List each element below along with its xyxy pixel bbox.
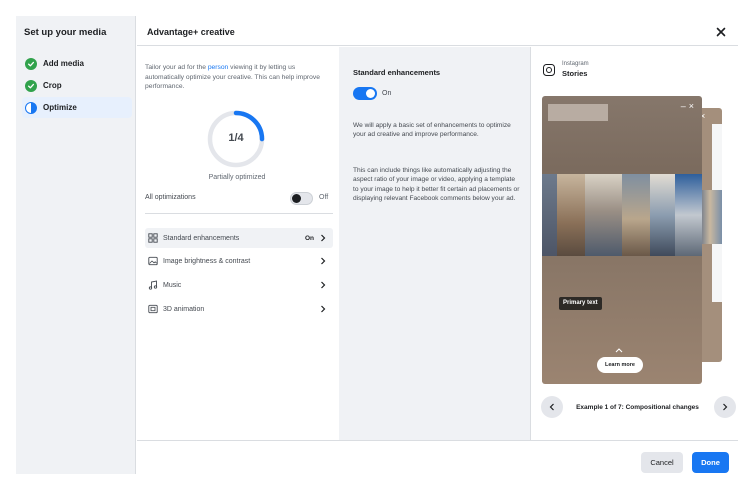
platform-name: Instagram <box>562 61 589 67</box>
done-button[interactable]: Done <box>692 452 729 473</box>
half-circle-icon <box>25 101 37 114</box>
cancel-button[interactable]: Cancel <box>641 452 683 473</box>
progress-label: 1/4 <box>228 132 244 144</box>
chevron-right-icon <box>321 257 326 265</box>
toggle-state-label: On <box>382 90 392 97</box>
chevron-right-icon <box>321 305 326 313</box>
photo-tile <box>585 174 622 256</box>
ad-preview-panel: Instagram Stories × –× Primary text Lear… <box>530 47 738 440</box>
sidebar-item-crop[interactable]: Crop <box>22 75 132 96</box>
photo-tile <box>542 174 557 256</box>
optimization-status: Partially optimized <box>208 174 266 181</box>
all-optimizations-state: Off <box>319 194 329 201</box>
check-circle-icon <box>25 57 37 70</box>
all-optimizations-label: All optimizations <box>145 194 196 201</box>
sidebar-item-add-media[interactable]: Add media <box>22 53 132 74</box>
detail-paragraph: We will apply a basic set of enhancement… <box>353 122 511 139</box>
previous-example-button[interactable] <box>541 396 563 418</box>
sidebar-title: Set up your media <box>24 27 107 38</box>
3d-icon <box>148 304 158 314</box>
dialog-title: Advantage+ creative <box>147 27 235 37</box>
sidebar-item-optimize[interactable]: Optimize <box>22 97 132 118</box>
person-link[interactable]: person <box>208 64 228 71</box>
sidebar-item-label: Add media <box>43 59 84 68</box>
grid-icon <box>148 233 158 243</box>
sidebar-item-label: Crop <box>43 81 62 90</box>
all-optimizations-toggle[interactable] <box>290 192 313 205</box>
option-state: On <box>304 234 314 242</box>
dialog-footer: Cancel Done <box>137 440 738 475</box>
instagram-icon <box>543 64 555 76</box>
chevron-up-icon <box>615 348 623 353</box>
detail-paragraph: This can include things like automatical… <box>353 167 520 202</box>
photo-tile <box>650 174 675 256</box>
story-controls-icon: –× <box>680 101 697 111</box>
option-standard-enhancements[interactable]: Standard enhancements On <box>145 228 333 248</box>
photo-tile <box>557 174 585 256</box>
primary-text-label: Primary text <box>559 297 602 310</box>
placement-name: Stories <box>562 69 588 78</box>
enhancement-detail-panel: Standard enhancements On We will apply a… <box>339 47 530 440</box>
sidebar-item-label: Optimize <box>43 103 77 112</box>
ad-image-collage <box>542 174 702 256</box>
option-label: Music <box>163 281 182 289</box>
chevron-right-icon <box>723 403 728 411</box>
option-label: Standard enhancements <box>163 234 240 242</box>
chevron-right-icon <box>321 281 326 289</box>
blurred-account-name <box>548 104 608 121</box>
photo-tile <box>622 174 650 256</box>
option-label: Image brightness & contrast <box>163 257 251 265</box>
dialog-header: Advantage+ creative <box>137 16 738 46</box>
detail-title: Standard enhancements <box>353 68 441 77</box>
example-label: Example 1 of 7: Compositional changes <box>576 404 699 411</box>
chevron-right-icon <box>321 234 326 242</box>
optimize-intro: Tailor your ad for the person viewing it… <box>145 63 333 92</box>
chevron-left-icon <box>549 403 554 411</box>
intro-text: Tailor your ad for the <box>145 64 208 71</box>
toggle-knob <box>366 89 375 98</box>
close-icon[interactable] <box>713 24 729 40</box>
standard-enhancements-toggle[interactable] <box>353 87 377 100</box>
image-icon <box>148 256 158 266</box>
toggle-knob <box>292 194 301 203</box>
learn-more-button[interactable]: Learn more <box>597 357 643 373</box>
check-circle-icon <box>25 79 37 92</box>
option-3d-animation[interactable]: 3D animation <box>145 299 333 319</box>
setup-sidebar: Set up your media Add media Crop Optimiz… <box>16 16 136 474</box>
next-example-button[interactable] <box>714 396 736 418</box>
story-preview: –× Primary text Learn more <box>542 96 702 384</box>
option-label: 3D animation <box>163 305 205 313</box>
photo-tile <box>675 174 702 256</box>
optimize-panel: Tailor your ad for the person viewing it… <box>137 47 339 440</box>
music-icon <box>148 280 158 290</box>
divider <box>145 213 333 214</box>
option-image-brightness[interactable]: Image brightness & contrast <box>145 251 333 271</box>
option-music[interactable]: Music <box>145 275 333 295</box>
